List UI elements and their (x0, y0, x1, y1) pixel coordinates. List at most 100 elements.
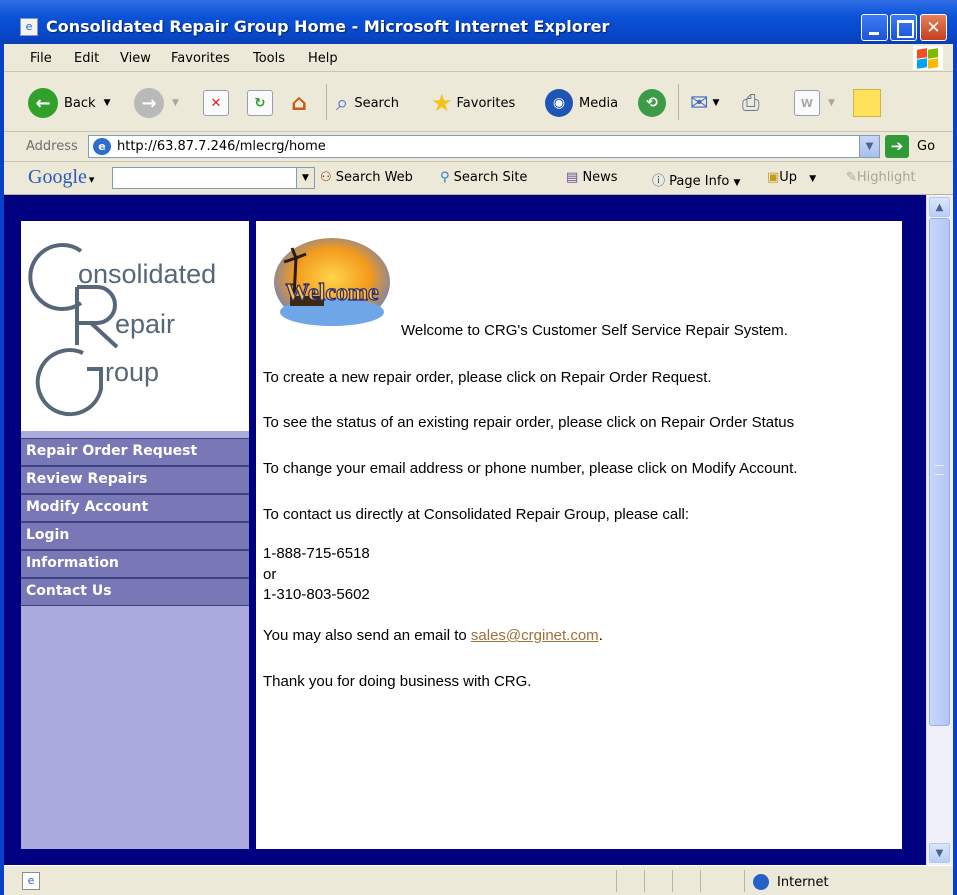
highlighter-icon: ✎ (846, 170, 857, 185)
standard-toolbar: ← Back ▼ → ▼ ✕ ↻ ⌂ ⌕ Search ★ Favorites … (4, 72, 953, 132)
folder-up-icon: ▣ (767, 170, 780, 185)
minimize-button[interactable] (861, 14, 888, 41)
google-logo[interactable]: Google ▾ (28, 166, 94, 189)
nav-review-repairs[interactable]: Review Repairs (21, 466, 249, 494)
create-order-text: To create a new repair order, please cli… (263, 369, 712, 386)
phone-2: 1-310-803-5602 (263, 586, 370, 603)
home-button[interactable]: ⌂ (286, 87, 312, 119)
highlight-label: Highlight (856, 170, 916, 185)
mail-button[interactable]: ✉ ▼ (690, 87, 719, 119)
news-icon: ▤ (566, 170, 579, 185)
vertical-scrollbar[interactable]: ▲ ▼ (926, 195, 953, 865)
logo-line-1: onsolidated (78, 259, 216, 289)
media-icon: ◉ (545, 89, 573, 117)
search-site-label: Search Site (453, 170, 528, 185)
google-search-dropdown[interactable]: ▼ (296, 168, 314, 188)
menu-favorites[interactable]: Favorites (171, 51, 230, 66)
google-logo-text: Google (28, 166, 87, 188)
main-content: Welcome Welcome to CRG's Customer Self S… (256, 221, 902, 849)
email-line: You may also send an email to sales@crgi… (263, 627, 603, 644)
menu-edit[interactable]: Edit (74, 51, 99, 66)
email-suffix: . (598, 627, 603, 644)
menu-tools[interactable]: Tools (253, 51, 285, 66)
nav-login[interactable]: Login (21, 522, 249, 550)
internet-globe-icon (753, 874, 769, 890)
history-icon: ⟲ (638, 89, 666, 117)
email-link[interactable]: sales@crginet.com (471, 627, 599, 644)
menu-help[interactable]: Help (308, 51, 338, 66)
back-arrow-icon: ← (28, 88, 58, 118)
nav-modify-account[interactable]: Modify Account (21, 494, 249, 522)
mail-icon: ✉ (690, 90, 709, 116)
page-viewport: onsolidated epair roup Repair Order Requ… (4, 195, 953, 865)
messenger-button[interactable] (853, 87, 881, 119)
security-zone-label: Internet (777, 875, 829, 890)
toolbar-separator (678, 84, 679, 120)
forward-button[interactable]: → ▼ (134, 87, 179, 119)
scroll-thumb[interactable] (929, 218, 950, 726)
crg-logo-graphic: onsolidated epair roup (28, 243, 216, 417)
info-icon: ⓘ (652, 174, 666, 189)
chevron-down-icon: ▾ (88, 174, 95, 186)
contact-text: To contact us directly at Consolidated R… (263, 506, 690, 523)
search-web-button[interactable]: ⚇ Search Web (320, 170, 413, 185)
chevron-down-icon: ▼ (733, 178, 741, 188)
chevron-down-icon: ▼ (809, 174, 817, 184)
highlight-button[interactable]: ✎Highlight (846, 170, 916, 185)
status-separator (744, 870, 745, 892)
ie-page-icon: e (93, 138, 111, 155)
scroll-up-button[interactable]: ▲ (929, 197, 950, 217)
up-button[interactable]: ▣Up ▼ (767, 170, 816, 185)
favorites-star-icon: ★ (431, 89, 453, 117)
note-icon (853, 89, 881, 117)
go-button[interactable]: Go (917, 139, 935, 154)
search-label: Search (354, 95, 399, 111)
back-button[interactable]: ← Back ▼ (28, 87, 110, 119)
close-button[interactable] (920, 14, 947, 41)
print-icon: ⎙ (742, 90, 760, 116)
nav-contact-us[interactable]: Contact Us (21, 578, 249, 606)
page-info-label: Page Info (669, 174, 730, 189)
search-icon: ⌕ (336, 90, 349, 116)
thanks-text: Thank you for doing business with CRG. (263, 673, 532, 690)
phone-or: or (263, 566, 277, 583)
edit-button[interactable]: W ▼ (794, 87, 835, 119)
search-button[interactable]: ⌕ Search (336, 87, 399, 119)
welcome-image: Welcome (274, 238, 390, 326)
history-button[interactable]: ⟲ (638, 87, 666, 119)
scroll-down-button[interactable]: ▼ (929, 843, 950, 863)
email-prefix: You may also send an email to (263, 627, 471, 644)
address-dropdown-button[interactable]: ▼ (859, 136, 879, 157)
status-bar: e Internet (4, 865, 953, 895)
go-arrow-icon[interactable]: ➔ (885, 135, 909, 158)
change-account-text: To change your email address or phone nu… (263, 460, 798, 477)
welcome-image-text: Welcome (285, 280, 379, 306)
chevron-down-icon: ▼ (103, 98, 111, 108)
logo-line-2: epair (115, 309, 175, 339)
menu-file[interactable]: File (30, 51, 52, 66)
nav-repair-order-request[interactable]: Repair Order Request (21, 438, 249, 466)
page-info-button[interactable]: ⓘ Page Info ▼ (652, 170, 740, 189)
google-search-input[interactable]: ▼ (112, 167, 315, 189)
search-site-button[interactable]: ⚲ Search Site (440, 170, 527, 185)
word-edit-icon: W (794, 90, 820, 116)
maximize-button[interactable] (890, 14, 917, 41)
title-bar[interactable]: e Consolidated Repair Group Home - Micro… (0, 0, 957, 44)
news-button[interactable]: ▤ News (566, 170, 618, 185)
scroll-grip-icon (935, 465, 944, 475)
status-separator (672, 870, 673, 892)
toolbar-separator (326, 84, 327, 120)
menu-view[interactable]: View (120, 51, 151, 66)
refresh-button[interactable]: ↻ (247, 87, 273, 119)
stop-button[interactable]: ✕ (203, 87, 229, 119)
chevron-down-icon: ▼ (172, 98, 179, 108)
media-button[interactable]: ◉ Media (545, 87, 618, 119)
address-input[interactable]: e http://63.87.7.246/mlecrg/home ▼ (88, 135, 880, 158)
forward-arrow-icon: → (134, 88, 164, 118)
nav-information[interactable]: Information (21, 550, 249, 578)
favorites-button[interactable]: ★ Favorites (431, 87, 515, 119)
windows-logo-icon (913, 46, 943, 70)
address-label: Address (26, 139, 78, 154)
news-label: News (582, 170, 618, 185)
print-button[interactable]: ⎙ (742, 87, 760, 119)
